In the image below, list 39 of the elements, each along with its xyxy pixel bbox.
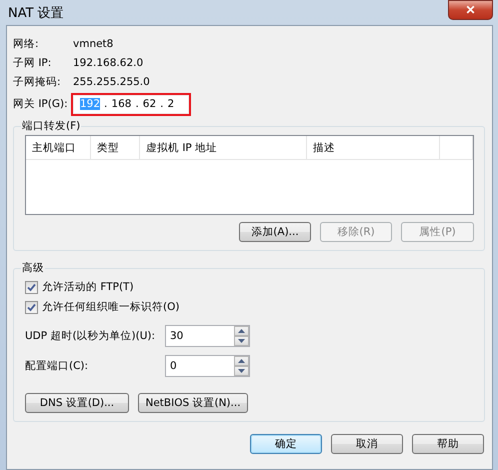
- spin-down-button[interactable]: [234, 366, 249, 376]
- field-value: vmnet8: [73, 38, 114, 50]
- field-label: 子网掩码:: [13, 74, 62, 88]
- group-title: 端口转发(F): [21, 119, 82, 133]
- column-header[interactable]: 类型: [91, 136, 140, 159]
- column-header[interactable]: 虚拟机 IP 地址: [140, 136, 307, 159]
- number-field[interactable]: 30: [165, 325, 250, 347]
- checkbox-label: 允许任何组织唯一标识符(O): [42, 300, 180, 314]
- column-header[interactable]: 主机端口: [26, 136, 91, 159]
- field-label: 子网 IP:: [13, 56, 52, 70]
- dialog-button[interactable]: 取消: [331, 434, 403, 454]
- spin-down-button[interactable]: [234, 336, 249, 346]
- field-value: 192.168.62.0: [73, 56, 144, 68]
- spin-up-button[interactable]: [234, 356, 249, 366]
- down-arrow-icon: [238, 339, 245, 343]
- field-label: 配置端口(C):: [25, 359, 90, 373]
- up-arrow-icon: [238, 329, 245, 333]
- dialog-button[interactable]: 确定: [250, 434, 322, 454]
- field-label: UDP 超时(以秒为单位)(U):: [25, 329, 156, 343]
- dialog-button[interactable]: 帮助: [412, 434, 484, 454]
- window-title: NAT 设置: [8, 4, 64, 22]
- settings-button[interactable]: NetBIOS 设置(N)...: [138, 393, 248, 413]
- checkbox[interactable]: [25, 300, 38, 314]
- number-field[interactable]: 0: [165, 355, 250, 377]
- field-label: 网关 IP(G):: [13, 97, 69, 111]
- close-button[interactable]: ✕: [448, 0, 493, 20]
- column-header[interactable]: 描述: [307, 136, 440, 159]
- checkbox-label: 允许活动的 FTP(T): [42, 280, 134, 294]
- field-value: 255.255.255.0: [73, 76, 150, 88]
- ip-address-field[interactable]: 192 . 168 . 62 . 2: [74, 96, 188, 112]
- group-title: 高级: [21, 261, 45, 275]
- field-label: 网络:: [13, 36, 40, 50]
- action-button[interactable]: 添加(A)...: [239, 222, 311, 242]
- up-arrow-icon: [238, 359, 245, 363]
- port-list[interactable]: 主机端口 类型 虚拟机 IP 地址 描述: [25, 135, 474, 215]
- checkbox[interactable]: [25, 280, 38, 294]
- down-arrow-icon: [238, 369, 245, 373]
- settings-button[interactable]: DNS 设置(D)...: [25, 393, 129, 413]
- spin-up-button[interactable]: [234, 326, 249, 336]
